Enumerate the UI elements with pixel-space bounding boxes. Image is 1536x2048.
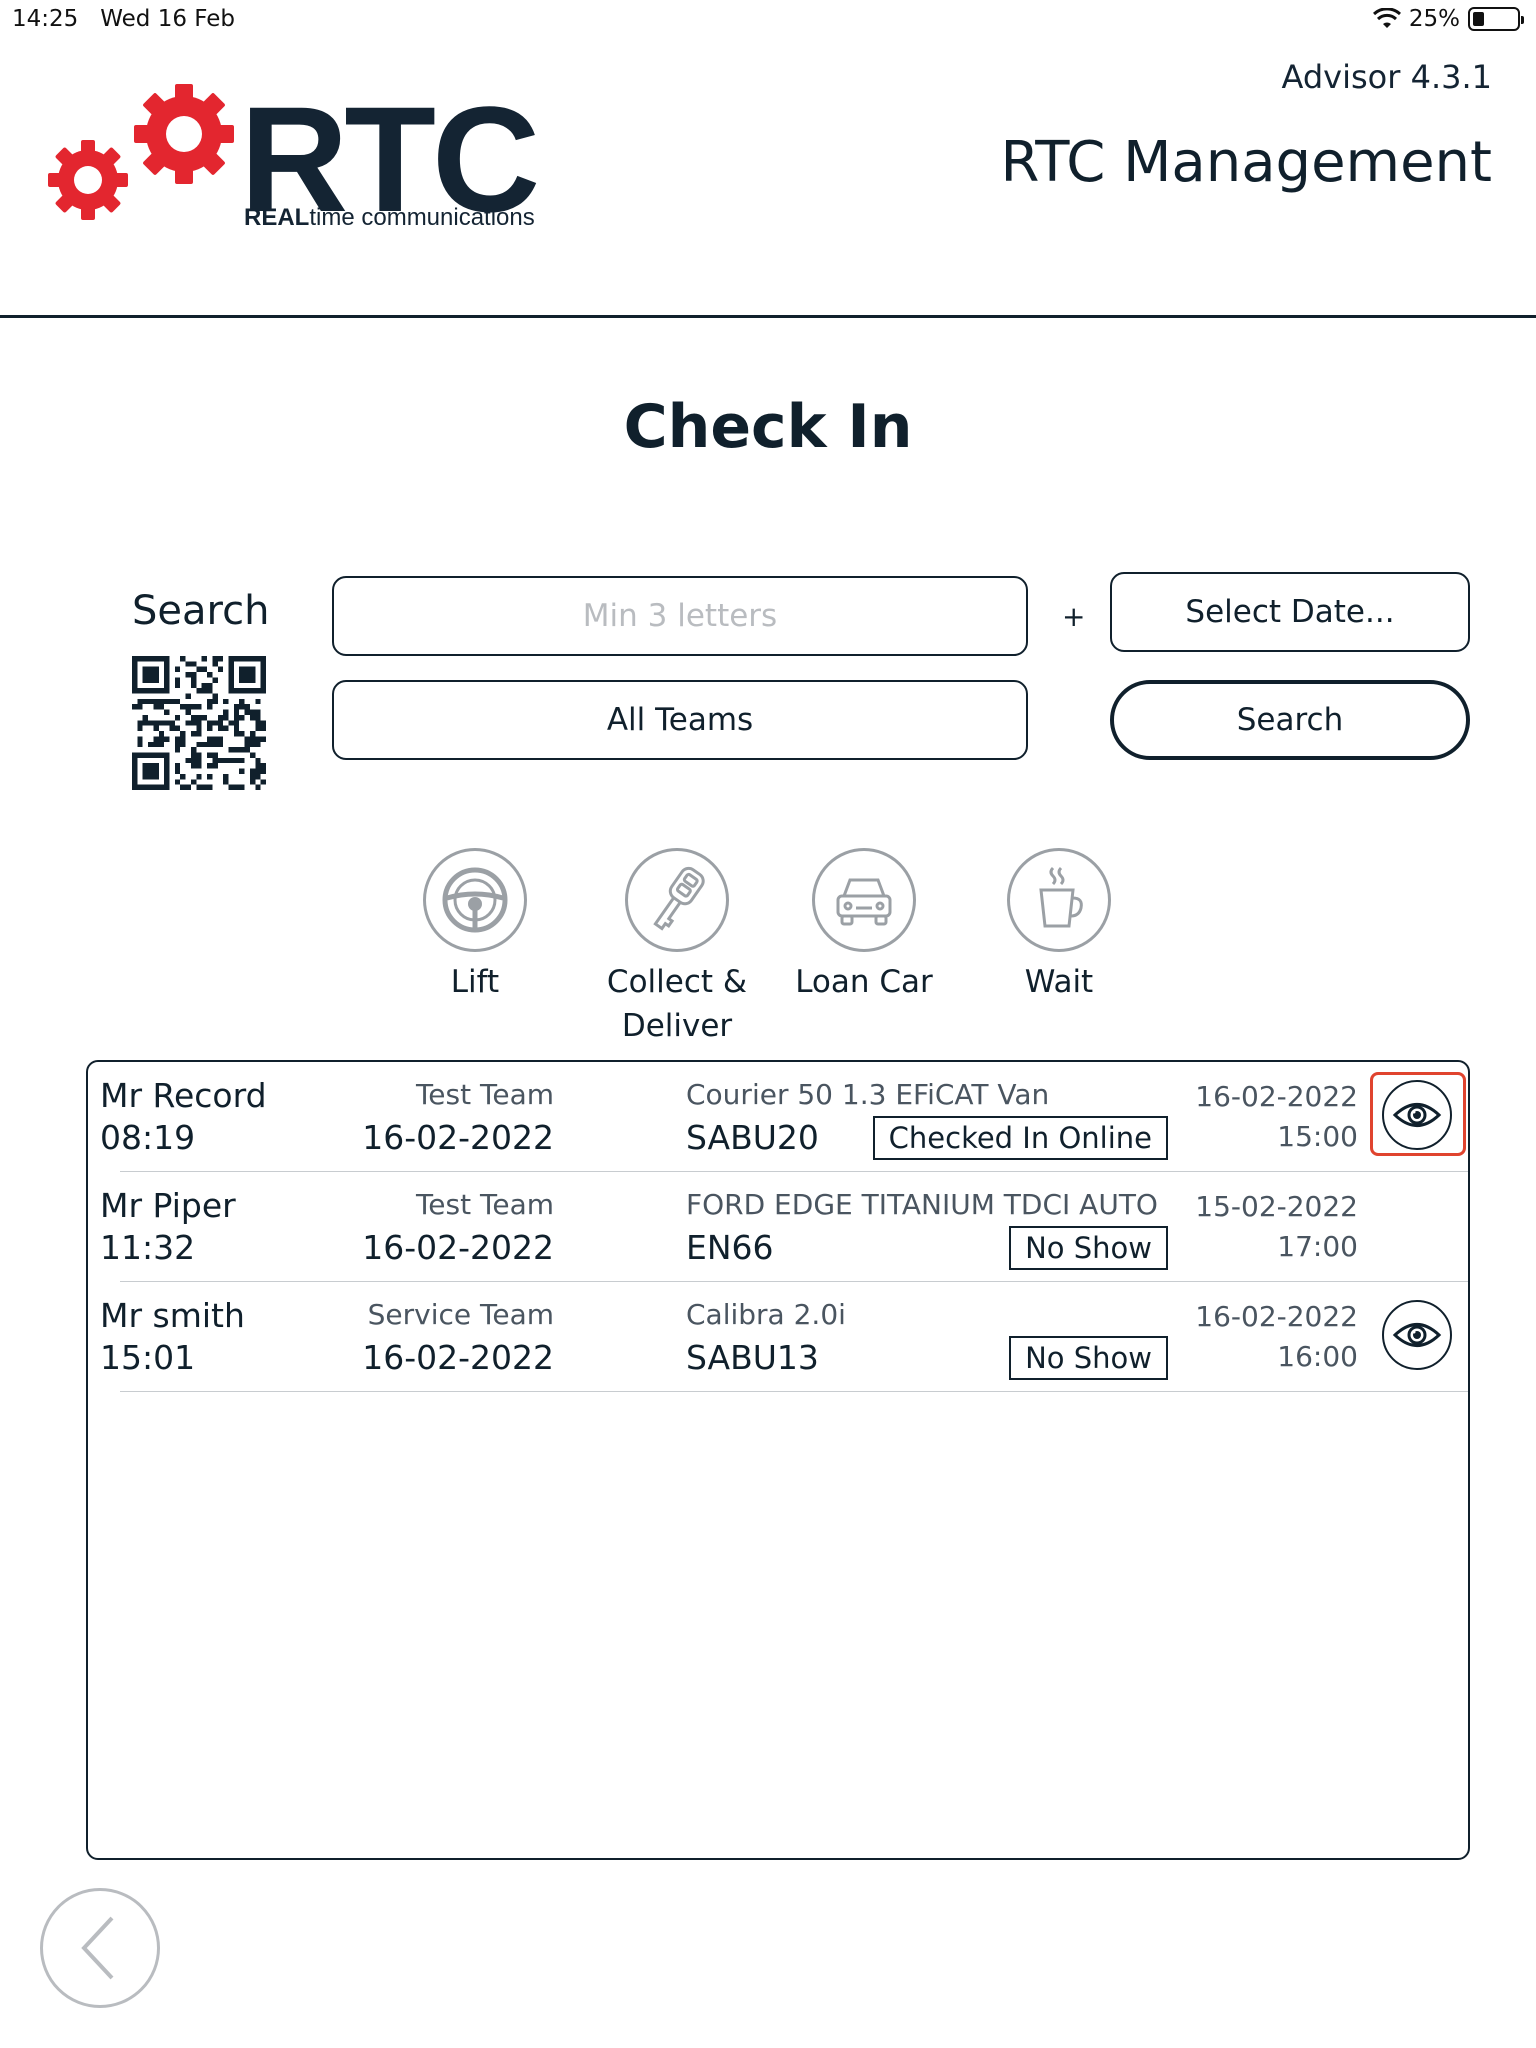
booking-time: 08:19: [100, 1118, 196, 1157]
appointment-date: 16-02-2022: [1195, 1080, 1358, 1113]
chevron-left-icon: [81, 1916, 114, 1980]
car-icon: [836, 878, 892, 926]
team-name: Service Team: [367, 1298, 554, 1331]
search-input-placeholder: Min 3 letters: [582, 598, 778, 634]
select-date-button[interactable]: Select Date...: [1110, 572, 1470, 652]
eye-icon: [1392, 1323, 1442, 1347]
select-date-label: Select Date...: [1185, 594, 1395, 630]
table-row[interactable]: Mr smith 15:01 Service Team 16-02-2022 C…: [88, 1282, 1468, 1392]
company-name: RTC Management: [1000, 130, 1492, 195]
search-button-label: Search: [1236, 702, 1344, 738]
service-collect-deliver-label: Collect & Deliver: [606, 964, 748, 1044]
vehicle-model: FORD EDGE TITANIUM TDCI AUTO: [686, 1188, 1158, 1221]
battery-percent: 25%: [1408, 6, 1460, 32]
vehicle-model: Courier 50 1.3 EFiCAT Van: [686, 1078, 1050, 1111]
view-booking-button[interactable]: [1382, 1080, 1452, 1150]
logo-tagline-bold: REAL: [244, 204, 310, 231]
booking-date: 16-02-2022: [362, 1118, 554, 1157]
steering-wheel-icon: [442, 867, 508, 933]
appointment-time: 15:00: [1277, 1120, 1358, 1153]
search-button[interactable]: Search: [1110, 680, 1470, 760]
rtc-logo: RTC REALtime communications: [44, 84, 564, 244]
appointment-time: 16:00: [1277, 1340, 1358, 1373]
service-wait-ring: [1007, 848, 1111, 952]
service-collect-deliver-ring: [625, 848, 729, 952]
service-lift[interactable]: Lift: [390, 848, 560, 1004]
customer-name: Mr smith: [100, 1296, 245, 1335]
table-row[interactable]: Mr Record 08:19 Test Team 16-02-2022 Cou…: [88, 1062, 1468, 1172]
battery-icon: [1468, 7, 1524, 31]
table-row[interactable]: Mr Piper 11:32 Test Team 16-02-2022 FORD…: [88, 1172, 1468, 1282]
booking-date: 16-02-2022: [362, 1228, 554, 1267]
status-bar-indicators: 25%: [1372, 6, 1524, 32]
status-badge: No Show: [1009, 1226, 1168, 1270]
appointment-time: 17:00: [1277, 1230, 1358, 1263]
gears-icon: [48, 84, 234, 220]
plus-sign: +: [1062, 600, 1086, 633]
bookings-list[interactable]: Mr Record 08:19 Test Team 16-02-2022 Cou…: [86, 1060, 1470, 1860]
status-badge: Checked In Online: [872, 1116, 1168, 1160]
appointment-date: 16-02-2022: [1195, 1300, 1358, 1333]
vehicle-model: Calibra 2.0i: [686, 1298, 846, 1331]
booking-time: 15:01: [100, 1338, 196, 1377]
check-in-screen: 14:25 Wed 16 Feb 25% RTC REALtime commun…: [0, 0, 1536, 2048]
search-label: Search: [132, 588, 270, 634]
status-date: Wed 16 Feb: [100, 6, 235, 32]
vehicle-registration: SABU20: [686, 1118, 819, 1157]
service-wait[interactable]: Wait: [974, 848, 1144, 1004]
status-bar-clock: 14:25 Wed 16 Feb: [12, 6, 235, 32]
team-select[interactable]: All Teams: [332, 680, 1028, 760]
view-booking-button[interactable]: [1382, 1300, 1452, 1370]
vehicle-registration: EN66: [686, 1228, 774, 1267]
app-version: Advisor 4.3.1: [1281, 58, 1492, 96]
car-key-icon: [653, 866, 705, 931]
team-name: Test Team: [415, 1188, 554, 1221]
row-divider: [120, 1391, 1468, 1392]
eye-icon: [1392, 1103, 1442, 1127]
service-wait-label: Wait: [1024, 964, 1094, 1000]
booking-time: 11:32: [100, 1228, 196, 1267]
appointment-date: 15-02-2022: [1195, 1190, 1358, 1223]
team-name: Test Team: [415, 1078, 554, 1111]
customer-name: Mr Record: [100, 1076, 267, 1115]
service-lift-label: Lift: [450, 964, 500, 1000]
booking-date: 16-02-2022: [362, 1338, 554, 1377]
search-input[interactable]: Min 3 letters: [332, 576, 1028, 656]
service-lift-ring: [423, 848, 527, 952]
status-badge: No Show: [1009, 1336, 1168, 1380]
logo-tagline-rest: time communications: [309, 204, 535, 231]
wifi-icon: [1372, 8, 1401, 28]
header-divider: [0, 315, 1536, 318]
service-collect-deliver[interactable]: Collect & Deliver: [592, 848, 762, 1048]
back-button[interactable]: [40, 1888, 160, 2008]
logo-tagline: REALtime communications: [244, 204, 535, 232]
service-loan-car-ring: [812, 848, 916, 952]
status-time: 14:25: [12, 6, 79, 32]
vehicle-registration: SABU13: [686, 1338, 819, 1377]
qr-code-icon[interactable]: [132, 656, 266, 790]
service-loan-car[interactable]: Loan Car: [779, 848, 949, 1004]
customer-name: Mr Piper: [100, 1186, 236, 1225]
page-title: Check In: [623, 392, 913, 462]
coffee-cup-icon: [1039, 866, 1083, 928]
service-loan-car-label: Loan Car: [795, 964, 933, 1000]
team-select-value: All Teams: [606, 702, 754, 738]
